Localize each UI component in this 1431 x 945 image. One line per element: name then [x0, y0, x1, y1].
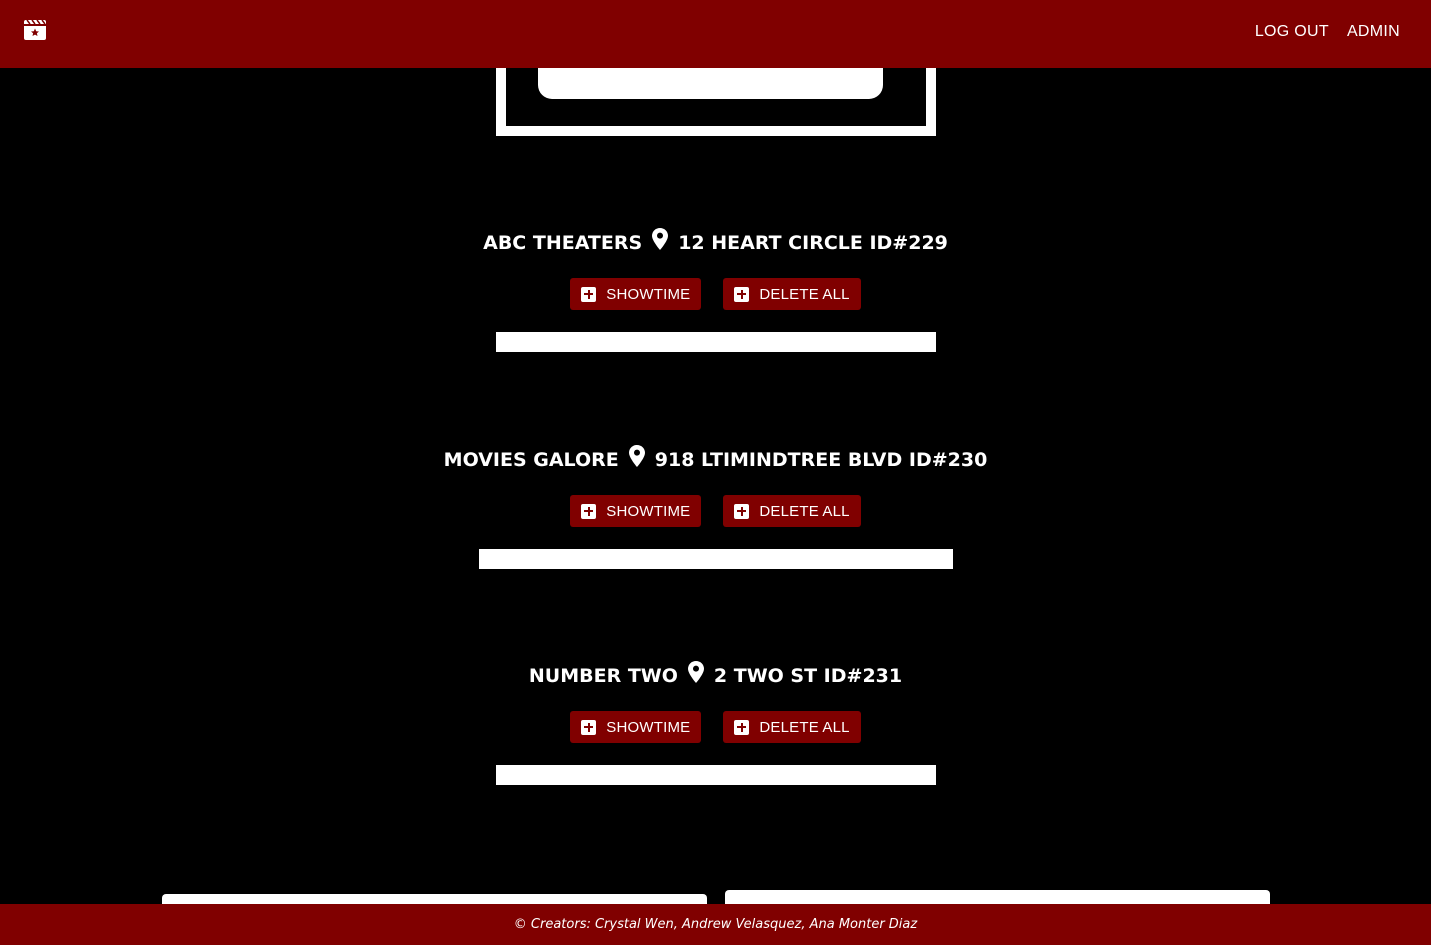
theater-section: ABC THEATERS 12 HEART CIRCLE ID#229 SHOW…	[0, 228, 1431, 352]
showtime-label: SHOWTIME	[606, 502, 691, 520]
showtime-list-panel	[495, 332, 936, 352]
admin-link[interactable]: ADMIN	[1347, 23, 1400, 41]
plus-square-icon	[734, 503, 750, 519]
showtime-label: SHOWTIME	[606, 285, 691, 303]
delete-all-button[interactable]: DELETE ALL	[723, 495, 861, 527]
delete-all-label: DELETE ALL	[759, 718, 850, 736]
footer-credits: © Creators: Crystal Wen, Andrew Velasque…	[513, 917, 918, 932]
plus-square-icon	[581, 286, 597, 302]
theater-name: MOVIES GALORE	[443, 449, 619, 471]
previous-section-frame	[496, 60, 936, 136]
delete-all-button[interactable]: DELETE ALL	[723, 278, 861, 310]
add-showtime-button[interactable]: SHOWTIME	[570, 495, 702, 527]
theater-heading: MOVIES GALORE 918 LTIMINDTREE BLVD ID#23…	[0, 445, 1431, 475]
location-pin-icon	[628, 445, 645, 467]
theater-name: ABC THEATERS	[483, 232, 643, 254]
location-pin-icon	[652, 228, 669, 250]
delete-all-label: DELETE ALL	[759, 285, 850, 303]
theater-heading: ABC THEATERS 12 HEART CIRCLE ID#229	[0, 228, 1431, 258]
add-showtime-button[interactable]: SHOWTIME	[570, 711, 702, 743]
footer: © Creators: Crystal Wen, Andrew Velasque…	[0, 904, 1431, 945]
film-clapper-icon[interactable]	[24, 20, 46, 40]
delete-all-button[interactable]: DELETE ALL	[723, 711, 861, 743]
theater-heading: NUMBER TWO 2 TWO ST ID#231	[0, 661, 1431, 691]
showtime-list-panel	[495, 765, 936, 785]
theater-address: 918 LTIMINDTREE BLVD ID#230	[654, 449, 988, 471]
theater-section: NUMBER TWO 2 TWO ST ID#231 SHOWTIME DELE…	[0, 661, 1431, 785]
previous-section-inner	[506, 60, 926, 126]
theater-section: MOVIES GALORE 918 LTIMINDTREE BLVD ID#23…	[0, 445, 1431, 569]
location-pin-icon	[687, 661, 704, 683]
add-showtime-button[interactable]: SHOWTIME	[570, 278, 702, 310]
delete-all-label: DELETE ALL	[759, 502, 850, 520]
logout-link[interactable]: LOG OUT	[1255, 23, 1329, 41]
top-navbar: LOG OUT ADMIN	[0, 0, 1431, 68]
theater-address: 2 TWO ST ID#231	[713, 665, 903, 687]
theater-name: NUMBER TWO	[528, 665, 678, 687]
showtime-label: SHOWTIME	[606, 718, 691, 736]
showtime-list-panel	[478, 549, 953, 569]
plus-square-icon	[581, 719, 597, 735]
plus-square-icon	[581, 503, 597, 519]
theater-address: 12 HEART CIRCLE ID#229	[678, 232, 948, 254]
plus-square-icon	[734, 719, 750, 735]
plus-square-icon	[734, 286, 750, 302]
